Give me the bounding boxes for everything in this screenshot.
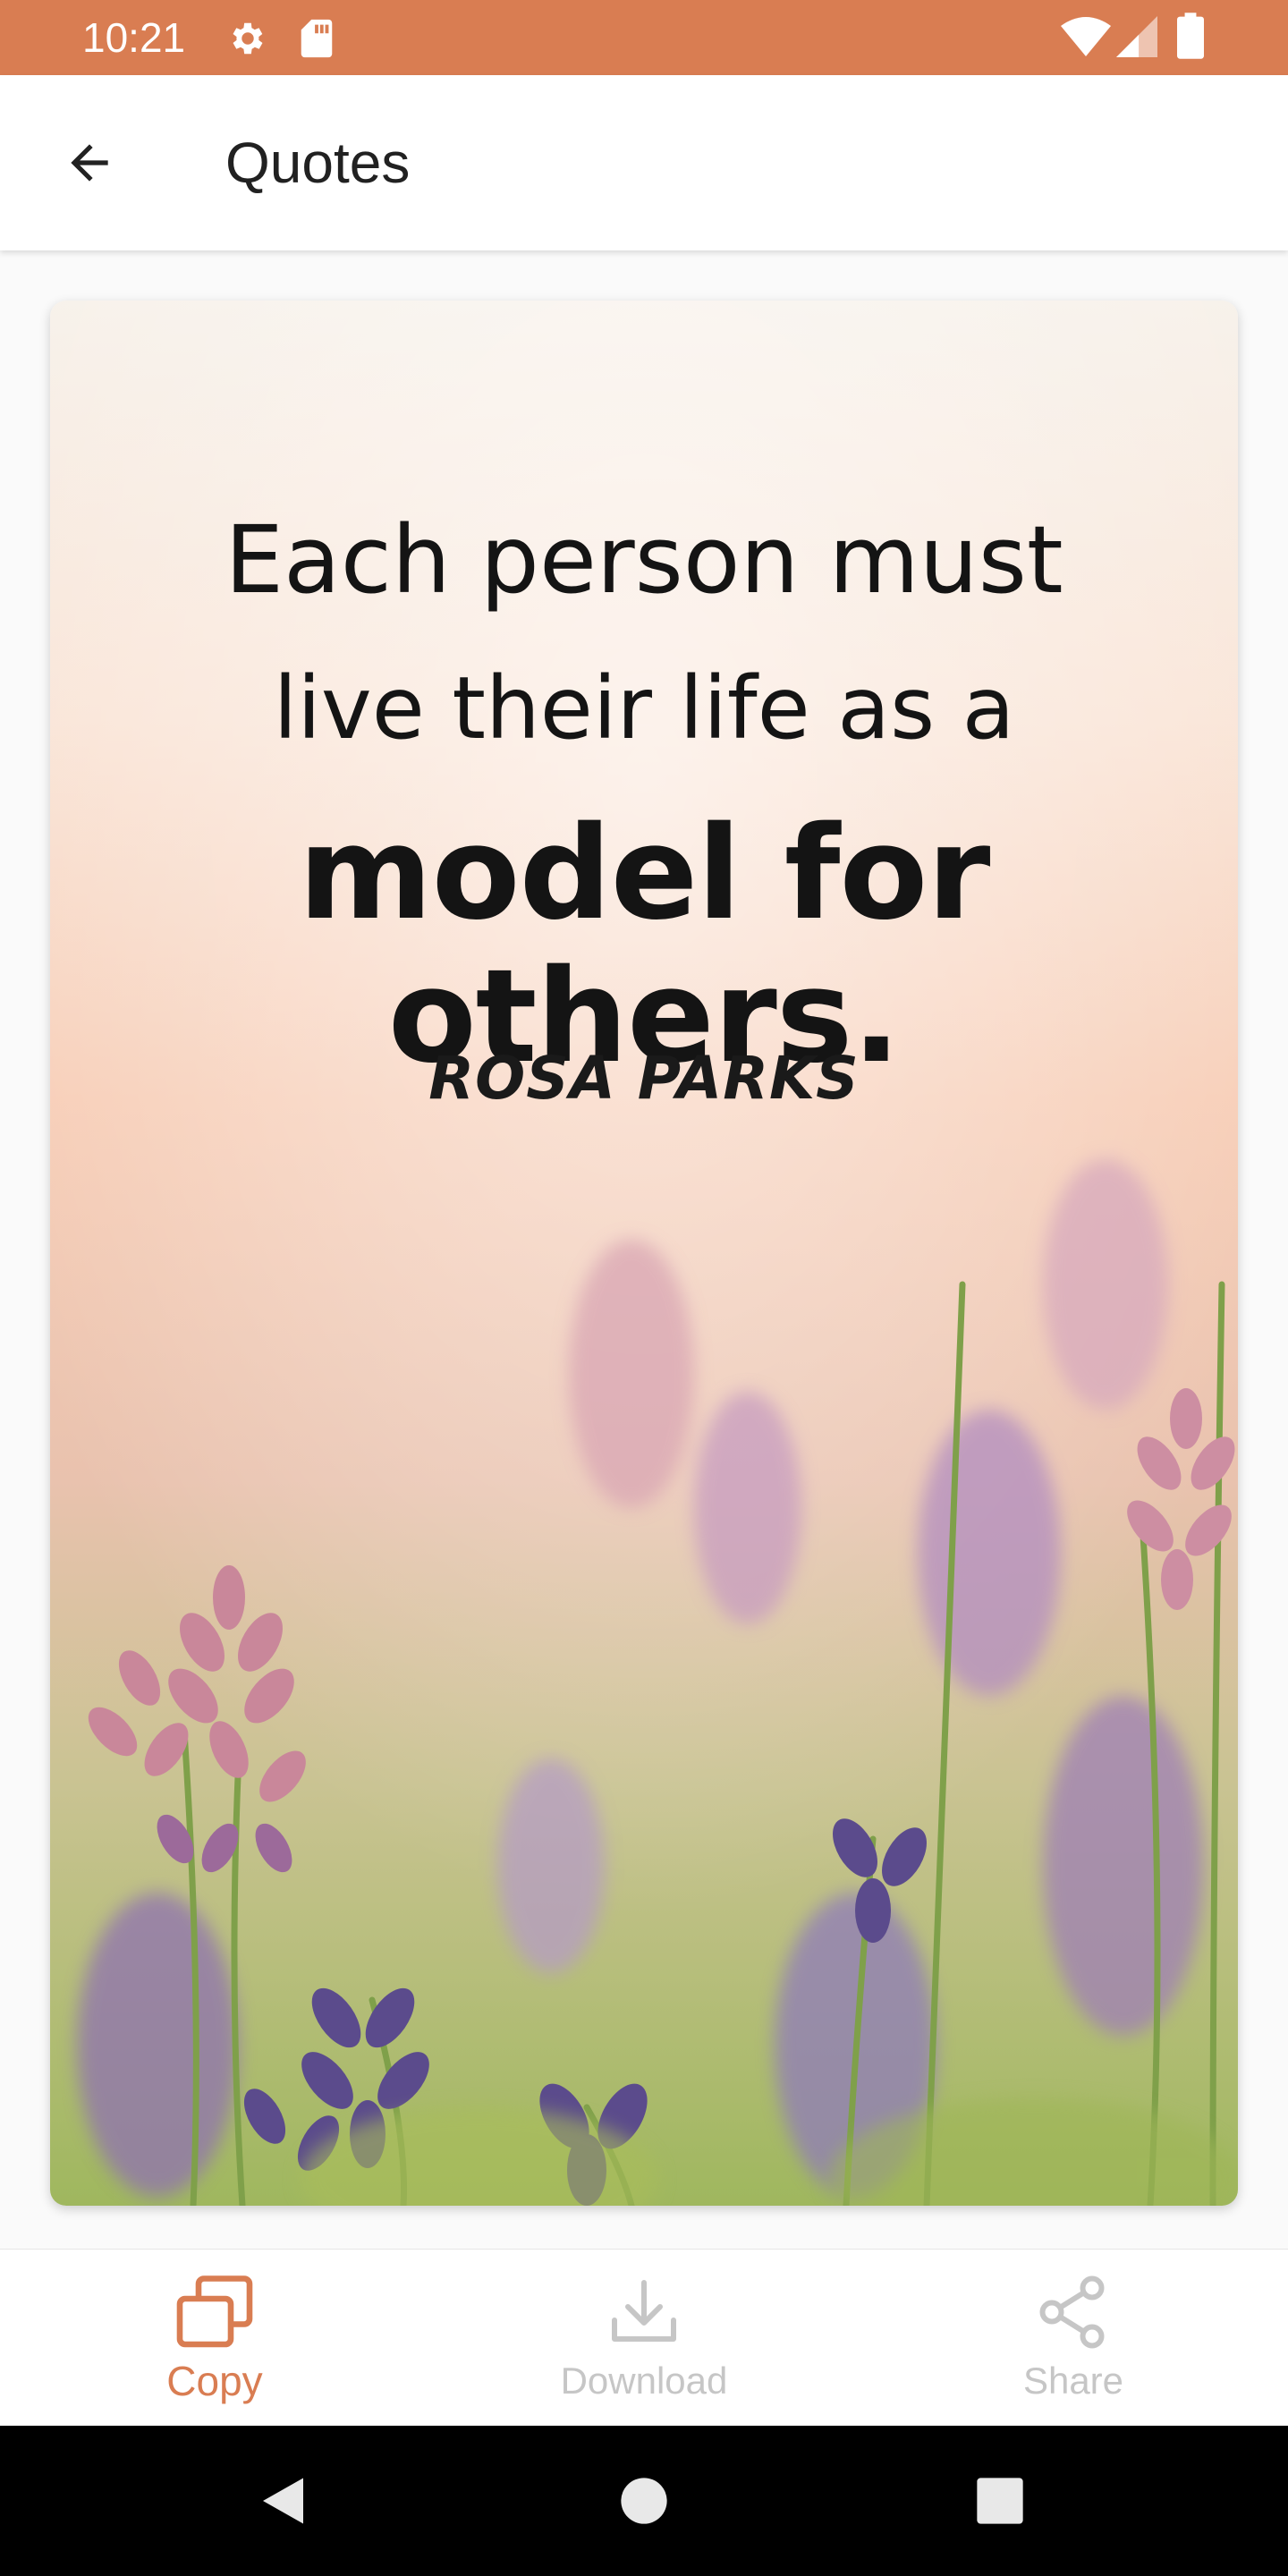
download-button[interactable]: Download	[429, 2250, 859, 2425]
copy-icon	[176, 2275, 253, 2348]
quote-card[interactable]: Each person must live their life as a mo…	[50, 301, 1238, 2206]
back-triangle-icon	[263, 2478, 303, 2524]
recents-square-icon	[977, 2478, 1023, 2524]
back-button[interactable]	[47, 120, 132, 206]
app-bar: Quotes	[0, 75, 1288, 250]
quote-author: ROSA PARKS	[428, 1044, 860, 1113]
wifi-icon	[1061, 17, 1111, 56]
nav-recents-button[interactable]	[964, 2465, 1036, 2537]
nav-back-button[interactable]	[249, 2465, 320, 2537]
action-bar: Copy Download Share	[0, 2249, 1288, 2425]
battery-icon	[1177, 13, 1204, 59]
gear-icon	[233, 22, 263, 55]
home-circle-icon	[621, 2478, 667, 2524]
download-icon	[612, 2280, 676, 2342]
share-button[interactable]: Share	[859, 2250, 1288, 2425]
status-time: 10:21	[82, 14, 186, 61]
quote-line-1: Each person must	[225, 505, 1063, 614]
share-label: Share	[1022, 2360, 1124, 2402]
download-label: Download	[560, 2360, 728, 2402]
signal-icon	[1116, 16, 1157, 57]
nav-home-button[interactable]	[608, 2465, 680, 2537]
copy-label: Copy	[166, 2358, 263, 2404]
quote-line-2: live their life as a	[273, 658, 1015, 758]
page-title: Quotes	[225, 131, 411, 195]
copy-button[interactable]: Copy	[0, 2250, 429, 2425]
sd-card-icon	[301, 19, 333, 58]
arrow-back-icon	[71, 144, 108, 182]
status-bar: 10:21	[0, 0, 1288, 75]
system-nav-bar	[0, 2426, 1288, 2576]
share-icon	[1039, 2275, 1105, 2349]
